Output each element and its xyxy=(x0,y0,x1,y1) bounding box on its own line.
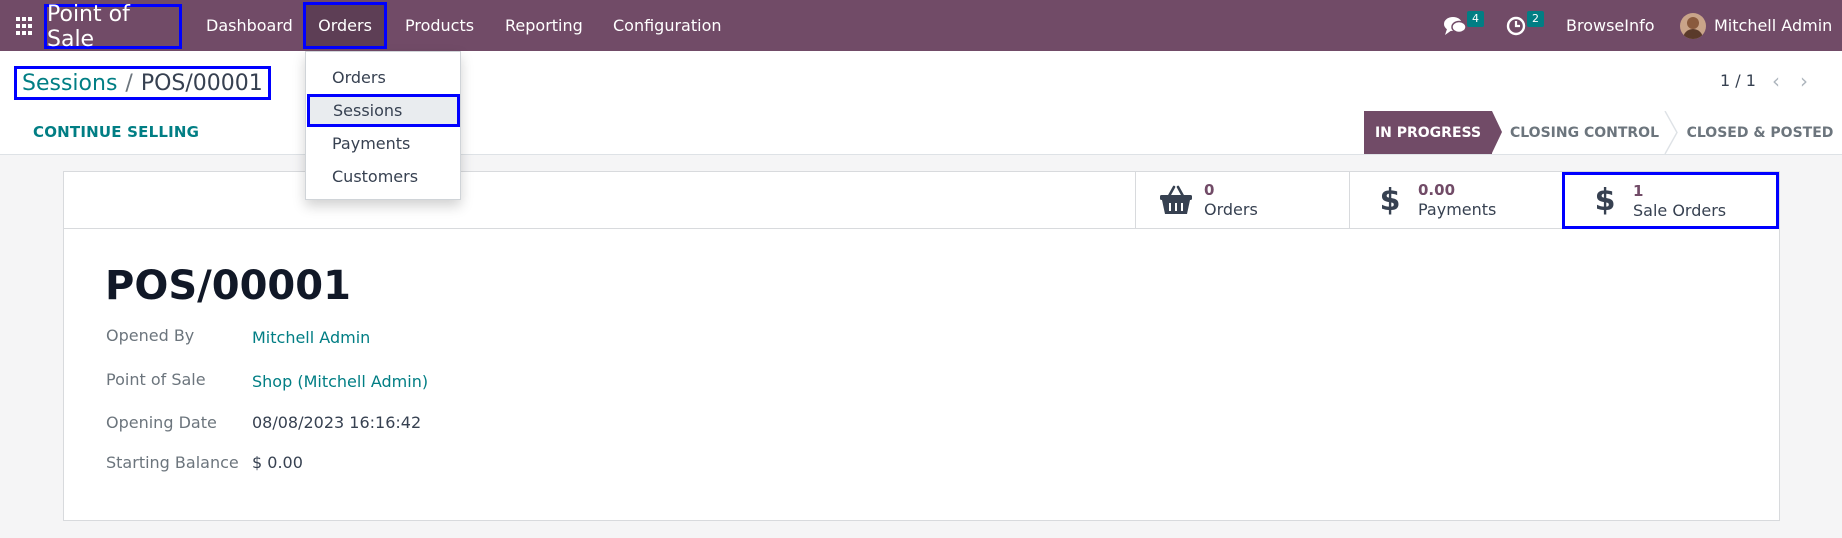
sale-orders-count: 1 xyxy=(1633,181,1644,200)
sale-orders-label: Sale Orders xyxy=(1633,200,1727,220)
user-menu[interactable]: Mitchell Admin xyxy=(1680,0,1832,51)
field-value-opened-by[interactable]: Mitchell Admin xyxy=(252,328,370,347)
field-label-opened-by: Opened By xyxy=(106,326,195,345)
orders-dropdown-menu: Orders Sessions Payments Customers xyxy=(305,51,461,200)
dollar-icon: $ xyxy=(1379,182,1401,218)
orders-smart-button[interactable]: 0 Orders xyxy=(1135,172,1349,228)
messages-button[interactable] xyxy=(1443,15,1467,37)
field-label-opening-date: Opening Date xyxy=(106,413,217,432)
chat-icon xyxy=(1444,17,1467,35)
menu-reporting[interactable]: Reporting xyxy=(489,0,599,51)
user-avatar xyxy=(1680,12,1706,39)
user-name: Mitchell Admin xyxy=(1714,16,1833,35)
clock-icon xyxy=(1506,16,1526,36)
breadcrumb: Sessions / POS/00001 xyxy=(14,66,271,100)
breadcrumb-sessions-link[interactable]: Sessions xyxy=(22,71,117,96)
orders-label: Orders xyxy=(1204,200,1258,219)
orders-count: 0 xyxy=(1204,181,1215,199)
messages-badge: 4 xyxy=(1467,11,1484,27)
company-switcher[interactable]: BrowseInfo xyxy=(1566,0,1655,51)
payments-smart-button[interactable]: $ 0.00 Payments xyxy=(1349,172,1563,228)
field-value-point-of-sale[interactable]: Shop (Mitchell Admin) xyxy=(252,372,428,391)
basket-icon xyxy=(1158,185,1194,215)
status-closed-posted[interactable]: CLOSED & POSTED xyxy=(1680,111,1840,154)
dropdown-item-payments[interactable]: Payments xyxy=(306,128,460,159)
payments-label: Payments xyxy=(1418,200,1497,219)
dollar-icon: $ xyxy=(1594,183,1616,218)
apps-grid-icon[interactable] xyxy=(16,17,34,35)
status-divider xyxy=(1664,111,1678,154)
payments-amount: 0.00 xyxy=(1418,181,1456,199)
top-navbar: Point of Sale Dashboard Orders Products … xyxy=(0,0,1842,52)
dropdown-item-sessions[interactable]: Sessions xyxy=(307,94,460,127)
menu-configuration[interactable]: Configuration xyxy=(597,0,738,51)
field-label-point-of-sale: Point of Sale xyxy=(106,370,206,389)
breadcrumb-separator: / xyxy=(125,70,133,96)
menu-dashboard[interactable]: Dashboard xyxy=(190,0,309,51)
field-value-starting-balance: $ 0.00 xyxy=(252,453,303,472)
pager-prev-icon[interactable]: ‹ xyxy=(1772,69,1780,93)
activities-badge: 2 xyxy=(1527,11,1544,27)
field-value-opening-date: 08/08/2023 16:16:42 xyxy=(252,413,422,432)
pager-value[interactable]: 1 / 1 xyxy=(1720,71,1756,90)
record-title: POS/00001 xyxy=(105,263,351,309)
activities-button[interactable] xyxy=(1506,16,1526,36)
dropdown-item-customers[interactable]: Customers xyxy=(306,161,460,192)
status-closing-control[interactable]: CLOSING CONTROL xyxy=(1502,111,1667,154)
app-brand[interactable]: Point of Sale xyxy=(44,2,182,52)
menu-products[interactable]: Products xyxy=(389,0,490,51)
status-in-progress[interactable]: IN PROGRESS xyxy=(1364,111,1502,154)
form-sheet: 0 Orders $ 0.00 Payments $ 1 Sale Orders… xyxy=(63,171,1780,521)
continue-selling-button[interactable]: CONTINUE SELLING xyxy=(33,123,199,141)
sale-orders-smart-button[interactable]: $ 1 Sale Orders xyxy=(1562,172,1779,229)
pager-next-icon[interactable]: › xyxy=(1800,69,1808,93)
field-label-starting-balance: Starting Balance xyxy=(106,453,239,472)
menu-orders[interactable]: Orders xyxy=(303,2,387,49)
breadcrumb-current: POS/00001 xyxy=(140,70,263,96)
dropdown-item-orders[interactable]: Orders xyxy=(306,62,460,93)
